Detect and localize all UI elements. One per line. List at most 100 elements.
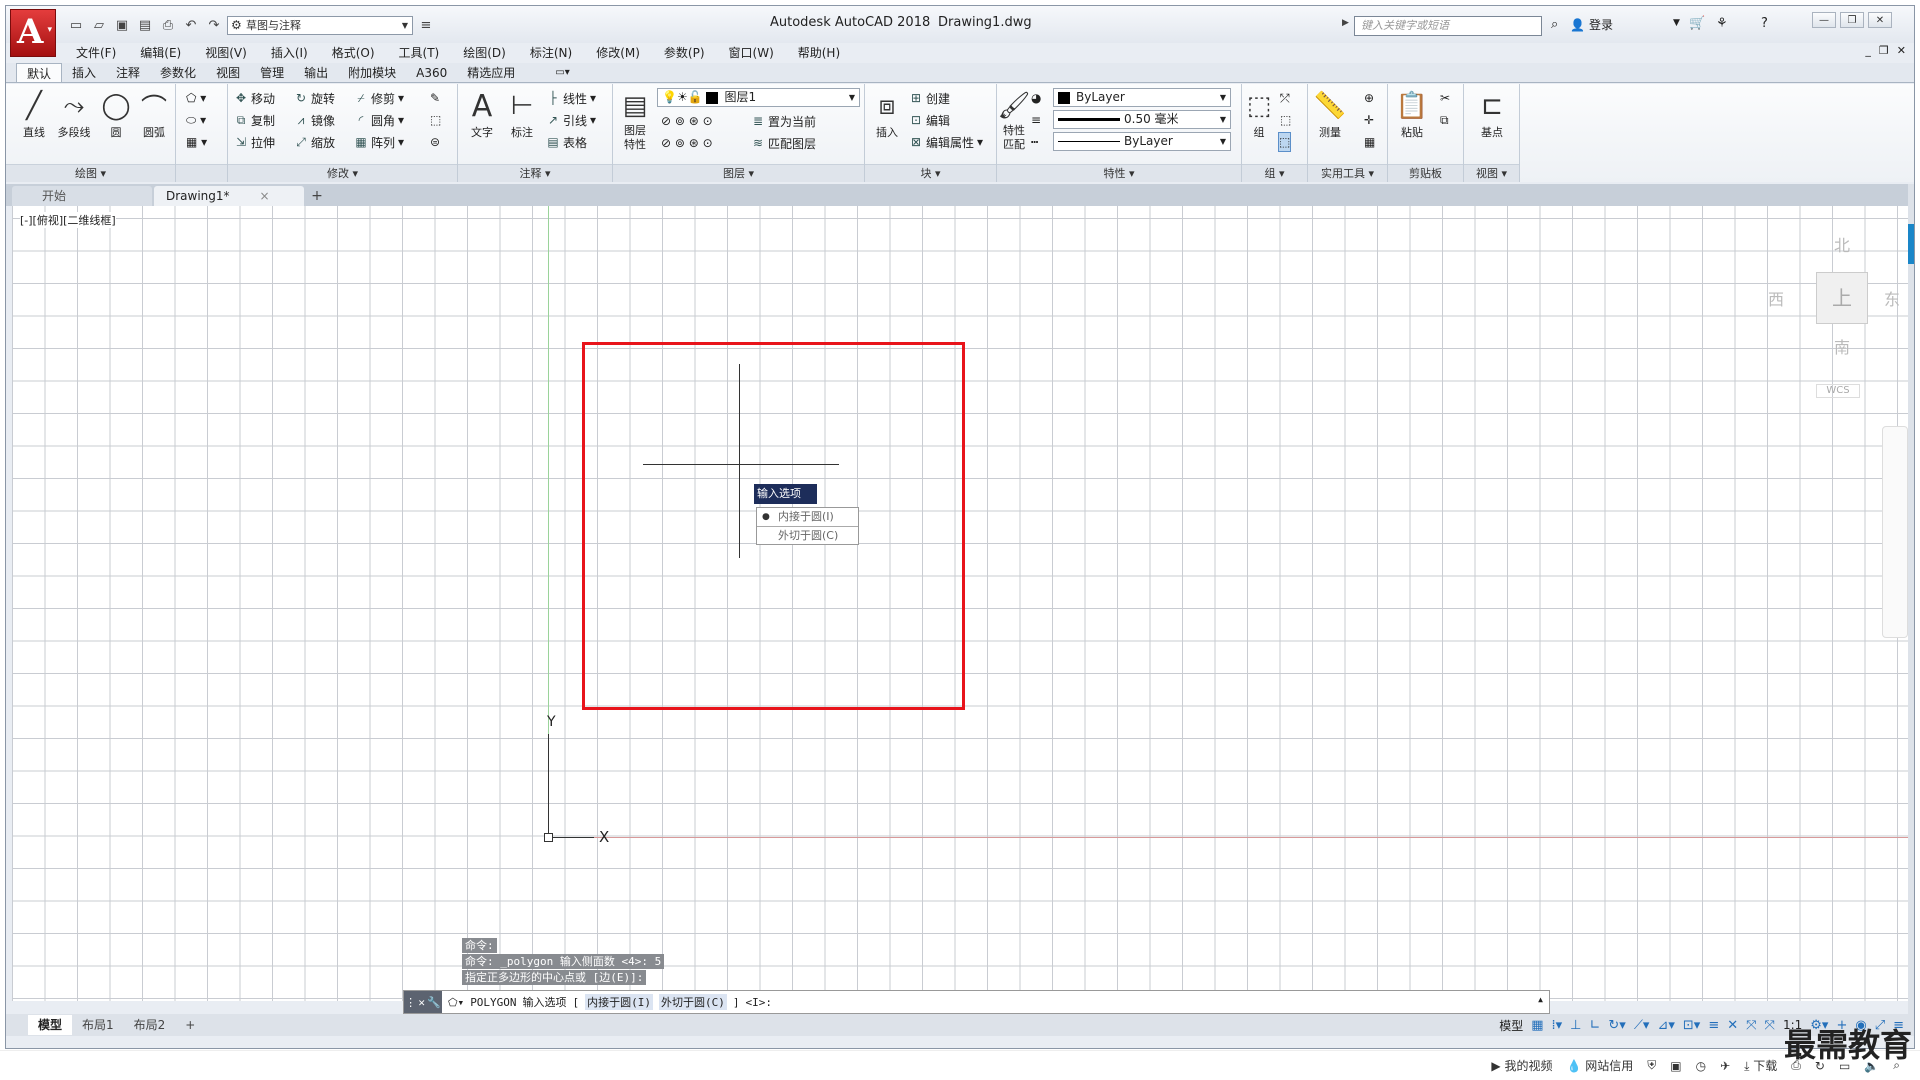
- close-icon[interactable]: ✕: [418, 996, 425, 1009]
- ortho-icon[interactable]: ∟: [1590, 1018, 1601, 1033]
- command-option-circumscribed[interactable]: 外切于圆(C): [659, 994, 727, 1010]
- menu-modify[interactable]: 修改(M): [584, 44, 652, 62]
- tab-model[interactable]: 模型: [28, 1015, 73, 1035]
- copy-button[interactable]: ⧉ 复制: [234, 110, 275, 130]
- mirror-button[interactable]: ⩘ 镜像: [294, 110, 335, 130]
- tab-default[interactable]: 默认: [16, 63, 63, 82]
- panel-title-annotation[interactable]: 注释 ▾: [458, 164, 612, 182]
- menu-insert[interactable]: 插入(I): [259, 44, 320, 62]
- viewcube[interactable]: 北 西 东 南 上 WCS: [1760, 224, 1900, 398]
- stretch-button[interactable]: ⇲ 拉伸: [234, 132, 275, 152]
- hatch-icon[interactable]: ▦ ▾: [186, 132, 207, 152]
- selection-cycling-icon[interactable]: ≡: [1708, 1018, 1719, 1033]
- menu-draw[interactable]: 绘图(D): [451, 44, 518, 62]
- chevron-up-icon[interactable]: ▲: [1538, 995, 1543, 1004]
- offset-icon[interactable]: ⊜: [430, 132, 440, 152]
- menu-dimension[interactable]: 标注(N): [518, 44, 584, 62]
- point-icon[interactable]: ✛: [1364, 110, 1374, 130]
- scale-button[interactable]: ⤢ 缩放: [294, 132, 335, 152]
- panel-title-utilities[interactable]: 实用工具 ▾: [1308, 164, 1387, 182]
- edit-block-button[interactable]: ⊡ 编辑: [909, 110, 950, 130]
- save-as-icon[interactable]: ▤: [135, 16, 155, 34]
- minimize-icon[interactable]: _: [1865, 44, 1871, 57]
- tab-manage[interactable]: 管理: [250, 63, 294, 82]
- wrench-icon[interactable]: 🔧: [427, 996, 441, 1009]
- match-properties-button[interactable]: 🖌 特性匹配: [998, 88, 1031, 152]
- image-icon[interactable]: ▣: [1670, 1059, 1681, 1073]
- auto-scale-icon[interactable]: ⤧: [1746, 1018, 1756, 1033]
- redo-icon[interactable]: ↷: [204, 16, 224, 34]
- menu-help[interactable]: 帮助(H): [786, 44, 852, 62]
- array-button[interactable]: ▦ 阵列 ▾: [354, 132, 404, 152]
- arc-button[interactable]: ⌒ 圆弧: [136, 88, 172, 140]
- table-button[interactable]: ▤ 表格: [546, 132, 587, 152]
- edit-attr-button[interactable]: ⊠ 编辑属性 ▾: [909, 132, 983, 152]
- explode-icon[interactable]: ⬚: [430, 110, 441, 130]
- layer-tools-icons-2[interactable]: ⊘ ⊚ ⊛ ⊙: [661, 133, 713, 153]
- vertical-scrollbar[interactable]: [1908, 184, 1914, 1014]
- group-select-icon[interactable]: ⬚: [1278, 132, 1292, 152]
- new-tab-icon[interactable]: +: [306, 186, 328, 206]
- layer-properties-button[interactable]: ▤ 图层特性: [615, 88, 655, 152]
- insert-block-button[interactable]: ⧈ 插入: [867, 88, 907, 140]
- cut-icon[interactable]: ✂: [1440, 88, 1450, 108]
- restore-icon[interactable]: ❐: [1879, 44, 1889, 57]
- history-icon[interactable]: ◷: [1696, 1059, 1706, 1073]
- menu-tools[interactable]: 工具(T): [387, 44, 452, 62]
- object-snap-tracking-icon[interactable]: ⟋▾: [1634, 1018, 1650, 1033]
- drawing-canvas[interactable]: [-][俯视][二维线框] Y X 输入选项 内接于圆(I) 外切于圆(C) 北…: [12, 206, 1910, 1001]
- ellipse-icon[interactable]: ⬭ ▾: [186, 110, 206, 130]
- dimension-button[interactable]: ⊢ 标注: [502, 88, 542, 140]
- annotation-scale-icon[interactable]: ⤧: [1765, 1018, 1775, 1033]
- transparency-icon[interactable]: ⊡▾: [1683, 1018, 1700, 1033]
- tab-featured-apps[interactable]: 精选应用: [457, 63, 525, 82]
- tab-drawing1[interactable]: Drawing1* ×: [154, 186, 304, 206]
- compass-east[interactable]: 东: [1884, 286, 1900, 310]
- leader-button[interactable]: ↗ 引线 ▾: [546, 110, 596, 130]
- dynamic-input-icon[interactable]: ⊥: [1570, 1018, 1581, 1033]
- close-icon[interactable]: ✕: [1897, 44, 1906, 57]
- workspace-select[interactable]: ⚙ 草图与注释 ▼: [227, 15, 413, 35]
- tab-layout1[interactable]: 布局1: [72, 1015, 124, 1035]
- minimize-icon[interactable]: —: [1812, 12, 1836, 28]
- color-select[interactable]: ByLayer ▼: [1053, 88, 1231, 107]
- panel-title-block[interactable]: 块 ▾: [865, 164, 996, 182]
- close-icon[interactable]: ×: [260, 189, 270, 203]
- tab-start[interactable]: 开始: [12, 186, 152, 206]
- grip-icon[interactable]: ⋮: [405, 996, 416, 1009]
- menu-window[interactable]: 窗口(W): [717, 44, 786, 62]
- shield-icon[interactable]: ⛨: [1647, 1058, 1656, 1073]
- linetype-select[interactable]: ByLayer ▼: [1053, 132, 1231, 151]
- linear-button[interactable]: ├ 线性 ▾: [546, 88, 596, 108]
- compass-north[interactable]: 北: [1834, 232, 1850, 256]
- tools-icon[interactable]: ✈: [1720, 1059, 1730, 1073]
- lineweight-select[interactable]: 0.50 毫米 ▼: [1053, 110, 1231, 129]
- save-icon[interactable]: ▣: [112, 16, 132, 34]
- help-icon[interactable]: ?: [1761, 16, 1768, 31]
- option-inscribed[interactable]: 内接于圆(I): [757, 508, 858, 526]
- layer-select[interactable]: 💡☀🔓 图层1 ▼: [657, 88, 860, 107]
- scrollbar-thumb[interactable]: [1908, 224, 1914, 264]
- measure-button[interactable]: 📏 测量: [1310, 88, 1350, 140]
- layer-tools-icons[interactable]: ⊘ ⊚ ⊛ ⊙: [661, 111, 713, 131]
- tab-a360[interactable]: A360: [406, 63, 457, 82]
- panel-title-draw[interactable]: 绘图 ▾: [6, 164, 175, 182]
- tab-view[interactable]: 视图: [206, 63, 250, 82]
- search-input[interactable]: 键入关键字或短语: [1354, 16, 1542, 36]
- tab-insert[interactable]: 插入: [62, 63, 106, 82]
- line-button[interactable]: ╱ 直线: [14, 88, 54, 140]
- ribbon-toggle-icon[interactable]: ▭▾: [555, 63, 569, 82]
- menu-format[interactable]: 格式(O): [320, 44, 387, 62]
- paste-button[interactable]: 📋 粘贴: [1392, 88, 1432, 140]
- copy-clip-icon[interactable]: ⧉: [1440, 110, 1449, 130]
- fillet-button[interactable]: ◜ 圆角 ▾: [354, 110, 404, 130]
- group-edit-icon[interactable]: ⬚: [1280, 110, 1291, 130]
- menu-view[interactable]: 视图(V): [193, 44, 259, 62]
- new-file-icon[interactable]: ▭: [66, 16, 86, 34]
- command-line-grip[interactable]: ⋮ ✕ 🔧: [404, 991, 442, 1013]
- exchange-icon[interactable]: ⚘: [1716, 16, 1728, 31]
- net-link[interactable]: 💧 网站信用: [1566, 1057, 1633, 1074]
- ucs-origin-icon[interactable]: [544, 833, 553, 842]
- login-button[interactable]: 👤 登录: [1570, 16, 1613, 33]
- snap-icon[interactable]: ⁞▾: [1552, 1018, 1563, 1033]
